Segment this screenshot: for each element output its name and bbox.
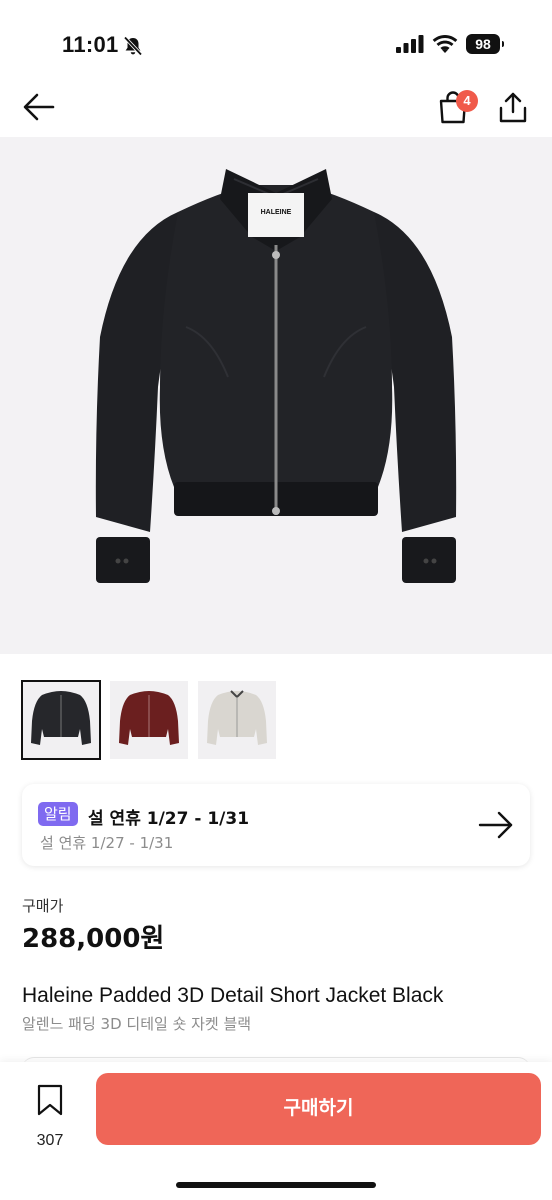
brand-tag: HALEINE — [260, 209, 292, 216]
price-label: 구매가 — [22, 897, 64, 915]
share-icon[interactable] — [498, 90, 528, 124]
notice-subtitle: 설 연휴 1/27 - 1/31 — [40, 834, 174, 852]
cart-count-badge: 4 — [456, 90, 478, 112]
product-name: Haleine Padded 3D Detail Short Jacket Bl… — [22, 984, 444, 1007]
bottom-action-bar: 307 구매하기 — [0, 1062, 552, 1200]
notice-badge: 알림 — [38, 802, 78, 826]
wifi-icon — [432, 35, 458, 53]
bell-off-icon — [123, 36, 143, 56]
thumbnail-burgundy[interactable] — [110, 681, 188, 759]
bookmark-count: 307 — [36, 1132, 64, 1149]
status-time: 11:01 — [62, 32, 119, 57]
home-indicator — [176, 1182, 376, 1188]
product-image[interactable]: HALEINE — [0, 137, 552, 654]
bookmark-button[interactable]: 307 — [30, 1082, 70, 1156]
product-name-korean: 알렌느 패딩 3D 디테일 숏 자켓 블랙 — [22, 1015, 252, 1033]
buy-button[interactable]: 구매하기 — [96, 1073, 541, 1145]
arrow-right-icon[interactable] — [478, 810, 514, 840]
notice-card[interactable]: 알림 설 연휴 1/27 - 1/31 설 연휴 1/27 - 1/31 — [22, 784, 530, 866]
status-bar: 11:01 98 — [0, 0, 552, 80]
thumbnail-black[interactable] — [21, 680, 101, 760]
cellular-signal-icon — [396, 35, 424, 53]
bookmark-icon — [37, 1084, 63, 1116]
jacket-thumbnail — [31, 691, 91, 745]
price-value: 288,000원 — [22, 924, 165, 954]
jacket-thumbnail — [207, 690, 267, 745]
jacket-thumbnail — [119, 691, 179, 745]
notice-title: 설 연휴 1/27 - 1/31 — [88, 809, 250, 829]
thumbnail-beige[interactable] — [198, 681, 276, 759]
battery-indicator: 98 — [466, 34, 504, 54]
arrow-left-icon[interactable] — [22, 92, 56, 122]
